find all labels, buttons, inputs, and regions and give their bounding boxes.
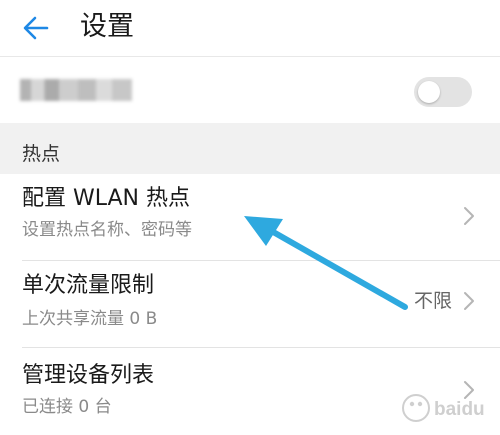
row-subtitle: 设置热点名称、密码等 — [22, 220, 192, 240]
obscured-label — [20, 79, 132, 101]
back-button[interactable] — [14, 6, 58, 50]
switch-knob — [418, 81, 440, 103]
watermark-logo: baidu — [402, 394, 485, 422]
section-title: 热点 — [22, 143, 61, 165]
page-title: 设置 — [80, 11, 134, 42]
row-subtitle: 已连接 0 台 — [22, 397, 112, 417]
chevron-right-icon — [464, 292, 474, 310]
watermark-text: baidu — [434, 399, 485, 420]
section-header: 热点 — [0, 123, 500, 174]
hotspot-switch[interactable] — [414, 77, 472, 107]
row-title: 管理设备列表 — [22, 363, 155, 388]
back-arrow-icon — [23, 16, 49, 40]
row-configure-hotspot[interactable]: 配置 WLAN 热点 设置热点名称、密码等 — [0, 174, 500, 260]
row-value: 不限 — [414, 290, 453, 312]
row-traffic-limit[interactable]: 单次流量限制 上次共享流量 0 B 不限 — [0, 261, 500, 347]
row-subtitle: 上次共享流量 0 B — [22, 309, 158, 329]
chevron-right-icon — [464, 207, 474, 225]
row-title: 配置 WLAN 热点 — [22, 186, 191, 211]
row-title: 单次流量限制 — [22, 273, 155, 298]
app-header: 设置 — [0, 0, 500, 56]
